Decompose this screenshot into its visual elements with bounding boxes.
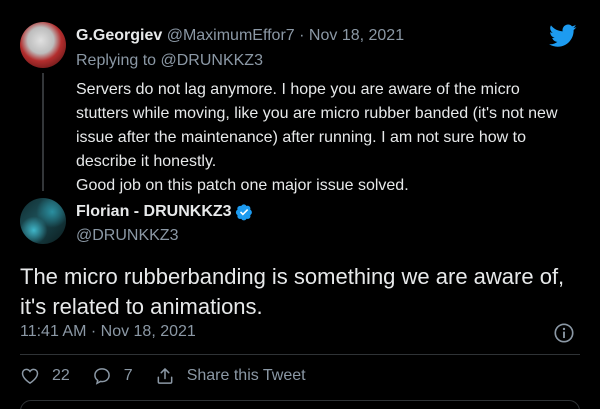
main-author-handle[interactable]: @DRUNKKZ3 (76, 227, 178, 245)
reply-button[interactable]: 7 (92, 366, 133, 386)
thread-connector-line (42, 73, 44, 191)
tweet-actions-bar: 22 7 Share this Tweet (20, 366, 328, 386)
actions-divider (20, 354, 580, 355)
bottom-panel-edge (20, 400, 580, 409)
share-icon (157, 368, 173, 384)
replying-to-prefix: Replying to (76, 52, 161, 69)
reply-bubble-icon (93, 368, 110, 385)
verified-badge-icon (235, 204, 252, 221)
tweet-timestamp[interactable]: 11:41 AM · Nov 18, 2021 (20, 323, 196, 341)
main-tweet-text: The micro rubberbanding is something we … (20, 264, 565, 319)
share-label: Share this Tweet (186, 367, 306, 384)
reply-count: 7 (123, 367, 133, 384)
main-author-name[interactable]: Florian - DRUNKKZ3 (76, 203, 232, 221)
heart-icon (21, 368, 39, 384)
reply-date[interactable]: Nov 18, 2021 (309, 27, 404, 44)
info-icon[interactable] (553, 322, 575, 344)
main-author-avatar[interactable] (20, 198, 66, 244)
twitter-bird-icon[interactable] (549, 24, 577, 48)
like-count: 22 (52, 367, 70, 384)
reply-header: G.Georgiev @MaximumEffor7 · Nov 18, 2021 (76, 27, 404, 45)
share-button[interactable]: Share this Tweet (155, 366, 306, 386)
embedded-tweet-card: G.Georgiev @MaximumEffor7 · Nov 18, 2021… (0, 0, 600, 409)
reply-text: Servers do not lag anymore. I hope you a… (76, 81, 558, 194)
reply-separator: · (299, 27, 305, 44)
like-button[interactable]: 22 (20, 366, 70, 386)
reply-author-avatar[interactable] (20, 22, 66, 68)
reply-author-handle[interactable]: @MaximumEffor7 (167, 27, 295, 44)
replying-to-handle[interactable]: @DRUNKKZ3 (161, 52, 263, 69)
main-author-name-row: Florian - DRUNKKZ3 (76, 203, 253, 221)
replying-to-line: Replying to @DRUNKKZ3 (76, 52, 263, 70)
reply-author-name[interactable]: G.Georgiev (76, 27, 162, 44)
